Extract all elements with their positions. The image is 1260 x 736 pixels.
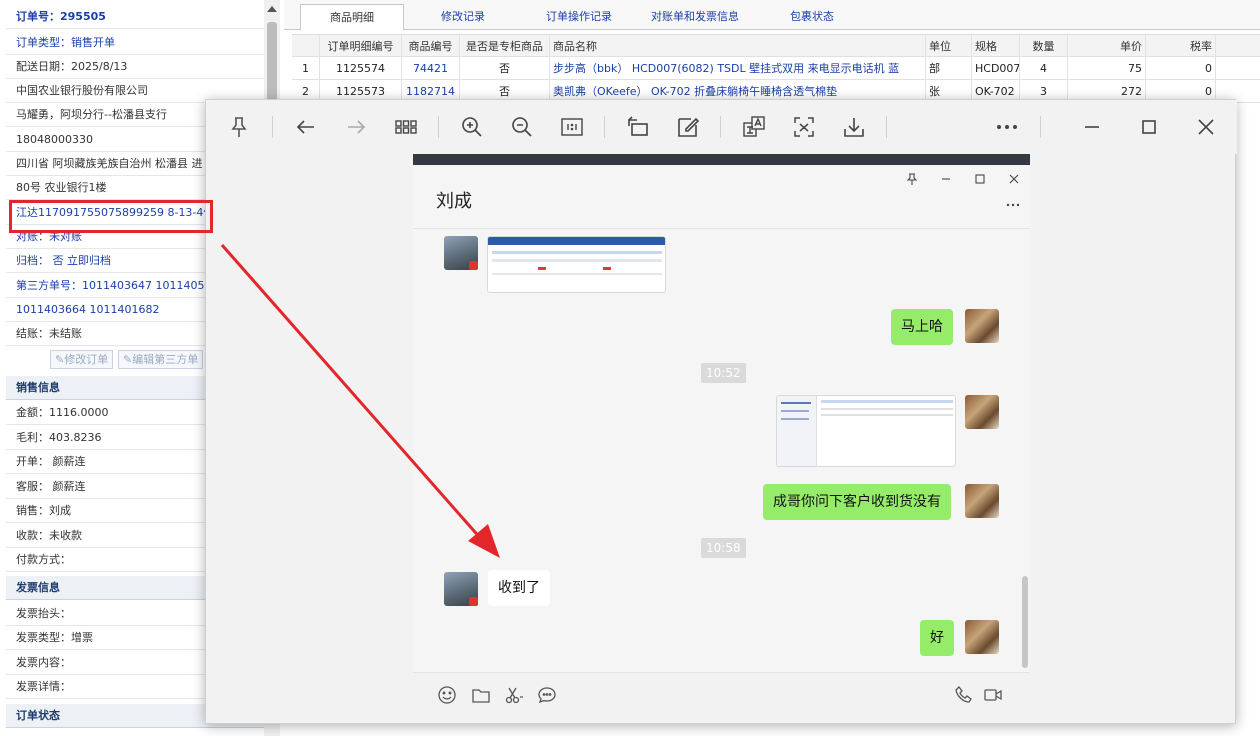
screenshot-top-bar <box>413 154 1030 165</box>
ocr-icon[interactable] <box>791 114 817 140</box>
download-icon[interactable] <box>841 114 867 140</box>
user-avatar <box>965 395 999 429</box>
user-avatar <box>965 309 999 343</box>
user-avatar <box>965 484 999 518</box>
maximize-icon <box>973 172 987 186</box>
tab-operation-log[interactable]: 订单操作记录 <box>534 4 624 30</box>
zoom-out-icon[interactable] <box>509 114 535 140</box>
emoji-icon <box>437 685 457 705</box>
order-number: 订单号：295505 <box>6 5 264 29</box>
col-unit-price[interactable]: 单价 <box>1068 35 1146 58</box>
image-message <box>776 395 956 467</box>
toolbar-divider <box>720 116 721 138</box>
scroll-up-icon[interactable] <box>267 6 277 12</box>
col-unit[interactable]: 单位 <box>926 35 972 58</box>
toolbar-divider <box>604 116 605 138</box>
minimize-icon <box>939 172 953 186</box>
minimize-icon[interactable] <box>1079 114 1105 140</box>
more-icon <box>1006 198 1020 212</box>
chat-scrollbar <box>1022 576 1028 668</box>
col-tax-rate[interactable]: 税率 <box>1146 35 1216 58</box>
col-index <box>292 35 320 58</box>
timestamp: 10:58 <box>701 538 746 558</box>
more-icon[interactable] <box>994 114 1020 140</box>
translate-icon[interactable] <box>741 114 767 140</box>
grid-icon[interactable] <box>393 114 419 140</box>
contact-avatar <box>444 236 478 270</box>
col-quantity[interactable]: 数量 <box>1020 35 1068 58</box>
message-bubble: 好 <box>920 620 954 656</box>
phone-icon <box>954 685 974 705</box>
contact-avatar <box>444 572 478 606</box>
delivery-date: 配送日期：2025/8/13 <box>6 55 264 79</box>
col-product-id[interactable]: 商品编号 <box>402 35 460 58</box>
image-message <box>487 236 666 293</box>
chat-contact-name: 刘成 <box>436 191 472 212</box>
col-product-name[interactable]: 商品名称 <box>550 35 926 58</box>
chat-header: 刘成 <box>413 165 1030 229</box>
actual-size-icon[interactable] <box>559 114 585 140</box>
message-bubble: 马上哈 <box>891 309 953 345</box>
close-icon <box>1007 172 1021 186</box>
chat-history-icon <box>537 685 557 705</box>
folder-icon <box>471 685 491 705</box>
toolbar-divider <box>438 116 439 138</box>
scissors-icon <box>504 685 524 705</box>
edit-third-party-button[interactable]: ✎编辑第三方单 <box>118 350 204 369</box>
close-icon[interactable] <box>1193 114 1219 140</box>
order-type: 订单类型：销售开单 <box>6 31 264 55</box>
edit-order-button[interactable]: ✎修改订单 <box>50 350 114 369</box>
col-counter-product[interactable]: 是否是专柜商品 <box>460 35 550 58</box>
detail-tabs: 商品明细 修改记录 订单操作记录 对账单和发票信息 包裹状态 <box>284 0 1260 31</box>
edit-icon[interactable] <box>675 114 701 140</box>
back-icon[interactable] <box>293 114 319 140</box>
user-avatar <box>965 620 999 654</box>
toolbar-divider <box>1040 116 1041 138</box>
tab-statement-invoice[interactable]: 对账单和发票信息 <box>639 4 751 30</box>
zoom-in-icon[interactable] <box>459 114 485 140</box>
col-spec[interactable]: 规格 <box>972 35 1020 58</box>
tab-package-status[interactable]: 包裹状态 <box>778 4 846 30</box>
maximize-icon[interactable] <box>1136 114 1162 140</box>
chat-input-toolbar <box>413 672 1030 717</box>
table-header-row: 订单明细编号 商品编号 是否是专柜商品 商品名称 单位 规格 数量 单价 税率 <box>292 34 1260 58</box>
product-table: 订单明细编号 商品编号 是否是专柜商品 商品名称 单位 规格 数量 单价 税率 … <box>292 34 1260 103</box>
table-row[interactable]: 1 1125574 74421 否 步步高（bbk） HCD007(6082) … <box>292 57 1260 80</box>
highlight-box <box>9 200 213 233</box>
image-viewer-window: 刘成 马上哈 10:52 成哥你问下客户收到货没有 10:58 收到了 好 <box>205 99 1237 724</box>
col-detail-id[interactable]: 订单明细编号 <box>320 35 402 58</box>
edit-icon: ✎ <box>123 353 133 366</box>
message-bubble: 收到了 <box>488 570 550 606</box>
toolbar-divider <box>272 116 273 138</box>
pin-icon <box>905 172 919 186</box>
viewer-toolbar <box>206 100 1237 154</box>
toolbar-divider <box>886 116 887 138</box>
tab-product-detail[interactable]: 商品明细 <box>300 4 404 31</box>
forward-icon[interactable] <box>343 114 369 140</box>
timestamp: 10:52 <box>701 363 746 383</box>
edit-icon: ✎ <box>55 353 65 366</box>
video-icon <box>983 685 1003 705</box>
scroll-thumb[interactable] <box>267 22 277 102</box>
pin-icon[interactable] <box>226 114 252 140</box>
rotate-icon[interactable] <box>625 114 651 140</box>
chat-screenshot: 刘成 马上哈 10:52 成哥你问下客户收到货没有 10:58 收到了 好 <box>413 154 1030 672</box>
message-bubble: 成哥你问下客户收到货没有 <box>763 484 951 520</box>
tab-edit-history[interactable]: 修改记录 <box>429 4 497 30</box>
